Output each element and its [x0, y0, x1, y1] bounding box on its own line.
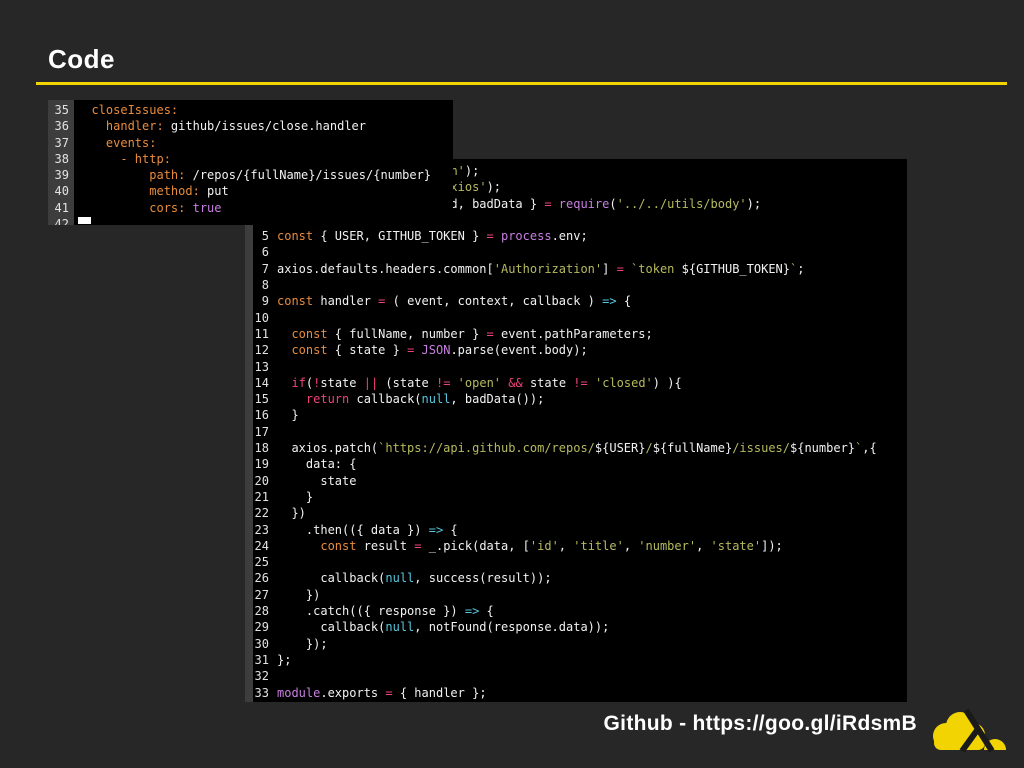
code-line: closeIssues: — [77, 102, 453, 118]
code-line — [77, 216, 453, 225]
caption-link[interactable]: Github - https://goo.gl/iRdsmB — [604, 712, 917, 736]
code-line: } — [277, 407, 907, 423]
code-line: }); — [277, 636, 907, 652]
code-line: state — [277, 473, 907, 489]
line-number: 38 — [48, 151, 69, 167]
code-line: .catch(({ response }) => { — [277, 603, 907, 619]
slide-background: { "slide": { "title": "Code", "caption":… — [0, 0, 1024, 768]
line-number: 12 — [253, 342, 269, 358]
code-line — [277, 668, 907, 684]
line-number: 11 — [253, 326, 269, 342]
code-line: callback(null, success(result)); — [277, 570, 907, 586]
code-line: cors: true — [77, 200, 453, 216]
code-line: .then(({ data }) => { — [277, 522, 907, 538]
lambda-cloud-icon — [930, 703, 1010, 755]
line-number: 16 — [253, 407, 269, 423]
line-number: 13 — [253, 359, 269, 375]
code-line: callback(null, notFound(response.data)); — [277, 619, 907, 635]
line-number: 19 — [253, 456, 269, 472]
line-number: 40 — [48, 183, 69, 199]
code-line: const handler = ( event, context, callba… — [277, 293, 907, 309]
line-number: 24 — [253, 538, 269, 554]
line-number: 6 — [253, 244, 269, 260]
line-number: 35 — [48, 102, 69, 118]
js-gutter: 1234567891011121314151617181920212223242… — [253, 159, 271, 702]
code-window-yaml[interactable]: 3536373839404142 closeIssues: handler: g… — [48, 100, 453, 225]
line-number: 7 — [253, 261, 269, 277]
line-number: 8 — [253, 277, 269, 293]
code-line — [277, 424, 907, 440]
code-line: data: { — [277, 456, 907, 472]
yaml-code-area[interactable]: closeIssues: handler: github/issues/clos… — [74, 100, 453, 225]
line-number: 18 — [253, 440, 269, 456]
code-line: axios.patch(`https://api.github.com/repo… — [277, 440, 907, 456]
code-line: return callback(null, badData()); — [277, 391, 907, 407]
line-number: 25 — [253, 554, 269, 570]
code-line: module.exports = { handler }; — [277, 685, 907, 701]
code-line: if(!state || (state != 'open' && state !… — [277, 375, 907, 391]
line-number: 42 — [48, 216, 69, 225]
code-line — [277, 310, 907, 326]
code-line: } — [277, 489, 907, 505]
line-number: 30 — [253, 636, 269, 652]
line-number: 21 — [253, 489, 269, 505]
line-number: 41 — [48, 200, 69, 216]
code-line: const result = _.pick(data, ['id', 'titl… — [277, 538, 907, 554]
code-line: }) — [277, 505, 907, 521]
yaml-gutter: 3536373839404142 — [48, 100, 74, 225]
line-number: 5 — [253, 228, 269, 244]
page-title: Code — [48, 44, 115, 75]
line-number: 37 — [48, 135, 69, 151]
code-line: path: /repos/{fullName}/issues/{number} — [77, 167, 453, 183]
code-line — [277, 244, 907, 260]
code-line: const { state } = JSON.parse(event.body)… — [277, 342, 907, 358]
code-window-js[interactable]: 1234567891011121314151617181920212223242… — [245, 159, 907, 702]
line-number: 31 — [253, 652, 269, 668]
line-number: 39 — [48, 167, 69, 183]
line-number: 28 — [253, 603, 269, 619]
line-number: 27 — [253, 587, 269, 603]
code-line: }; — [277, 652, 907, 668]
code-line: const { fullName, number } = event.pathP… — [277, 326, 907, 342]
line-number: 17 — [253, 424, 269, 440]
line-number: 15 — [253, 391, 269, 407]
line-number: 9 — [253, 293, 269, 309]
line-number: 33 — [253, 685, 269, 701]
line-number: 26 — [253, 570, 269, 586]
line-number: 22 — [253, 505, 269, 521]
js-window-edge-strip — [245, 159, 253, 702]
js-code-area[interactable]: const _ = require('lodash');const axios … — [271, 159, 907, 702]
code-line: events: — [77, 135, 453, 151]
line-number: 20 — [253, 473, 269, 489]
title-underline — [36, 82, 1007, 85]
line-number: 29 — [253, 619, 269, 635]
code-line — [277, 554, 907, 570]
code-line: - http: — [77, 151, 453, 167]
code-line — [277, 359, 907, 375]
line-number: 23 — [253, 522, 269, 538]
code-line: handler: github/issues/close.handler — [77, 118, 453, 134]
code-line: const { USER, GITHUB_TOKEN } = process.e… — [277, 228, 907, 244]
code-line — [277, 277, 907, 293]
line-number: 36 — [48, 118, 69, 134]
line-number: 10 — [253, 310, 269, 326]
text-cursor-block — [78, 217, 91, 224]
code-line: method: put — [77, 183, 453, 199]
code-line: }) — [277, 587, 907, 603]
line-number: 32 — [253, 668, 269, 684]
line-number: 14 — [253, 375, 269, 391]
code-line: axios.defaults.headers.common['Authoriza… — [277, 261, 907, 277]
